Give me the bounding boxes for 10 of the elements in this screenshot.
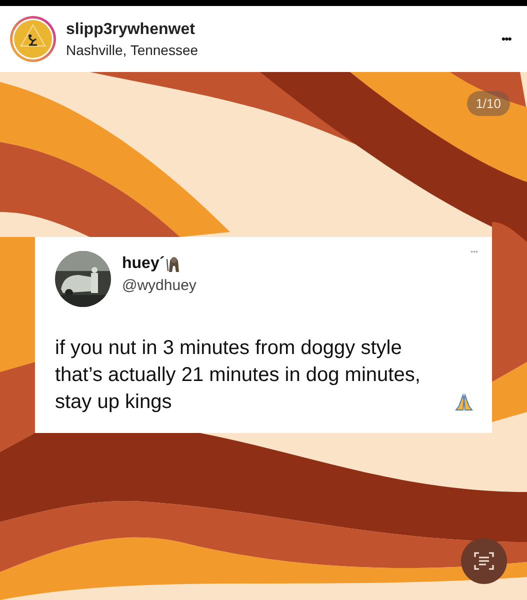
scan-text-button[interactable] (461, 538, 507, 584)
tweet-text: if you nut in 3 minutes from doggy style that’s actually 21 minutes in dog minutes, stay up kings (55, 336, 422, 415)
image-counter: 1/10 (466, 91, 510, 116)
more-button[interactable]: ••• (499, 30, 513, 48)
location-link[interactable]: Nashville, Tennessee (66, 42, 490, 58)
user-handle: @wydhuey (122, 277, 198, 294)
display-name: huey´ (122, 255, 165, 273)
profile-avatar[interactable] (9, 15, 57, 63)
figure-emoji-icon (166, 255, 182, 273)
username[interactable]: slipp3rywhenwet (66, 20, 490, 38)
